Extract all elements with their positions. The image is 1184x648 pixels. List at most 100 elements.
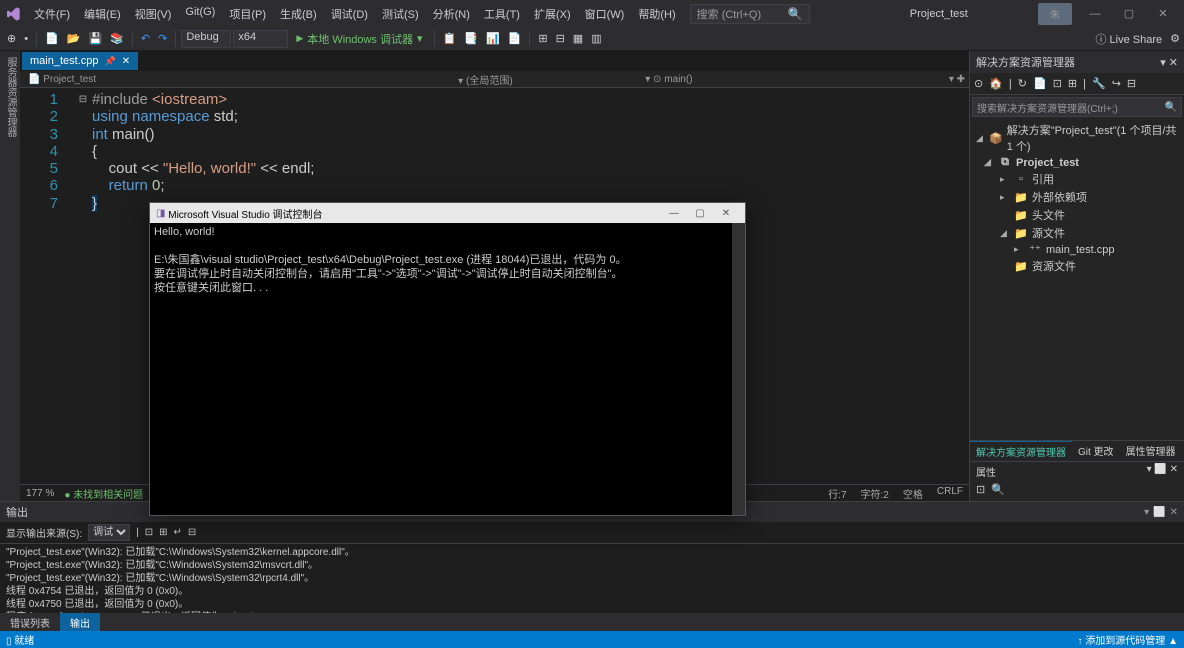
scrollbar-thumb[interactable] [732,223,745,253]
nav-back-button[interactable]: ⊕ [4,30,19,47]
menu-help[interactable]: 帮助(H) [632,4,681,24]
liveshare-button[interactable]: ⓘ Live Share [1095,31,1162,47]
icon[interactable]: ⊡ [1053,77,1062,90]
icon[interactable]: 📄 [1033,77,1047,90]
undo-button[interactable]: ↶ [138,30,153,47]
line-ending[interactable]: CRLF [937,486,963,501]
config-combo[interactable]: Debug [181,30,231,48]
indent-type[interactable]: 空格 [903,486,923,501]
pin-icon[interactable]: ⬜ [1153,507,1165,518]
menu-git[interactable]: Git(G) [179,4,221,24]
menu-edit[interactable]: 编辑(E) [78,4,127,24]
breadcrumb-scope[interactable]: ▾ (全局范围) [458,76,512,87]
issues-status[interactable]: ● 未找到相关问题 [64,486,143,501]
icon[interactable]: ⊞ [1068,77,1077,90]
tab-output[interactable]: 输出 [60,613,100,631]
project-node[interactable]: ◢⧉Project_test [970,155,1184,170]
console-min[interactable]: — [661,208,687,219]
props-sort-icon[interactable]: ⊡ [976,483,985,496]
icon[interactable]: ⊟ [188,527,196,538]
minimize-button[interactable]: — [1078,3,1112,25]
headers-node[interactable]: 📁头文件 [970,206,1184,224]
dropdown-icon[interactable]: ▾ [1144,507,1149,518]
save-button[interactable]: 💾 [85,30,105,47]
menu-test[interactable]: 测试(S) [376,4,425,24]
toolbar-icon[interactable]: 📊 [483,30,503,47]
toolbar-icon[interactable]: ▦ [570,30,586,47]
start-debug-button[interactable]: 本地 Windows 调试器 ▾ [290,31,428,47]
toolbar-icon[interactable]: ⊞ [535,30,550,47]
toolbar-icon[interactable]: ▥ [588,30,604,47]
menu-window[interactable]: 窗口(W) [579,4,631,24]
redo-button[interactable]: ↷ [155,30,170,47]
wrench-icon[interactable]: 🔧 [1092,77,1106,90]
clear-icon[interactable]: ⊡ [145,527,153,538]
search-placeholder: 搜索 (Ctrl+Q) [697,6,761,22]
solution-search[interactable]: 搜索解决方案资源管理器(Ctrl+;)🔍 [972,97,1182,117]
resources-node[interactable]: 📁资源文件 [970,257,1184,275]
icon[interactable]: ⊟ [1127,77,1136,90]
split-editor-icon[interactable]: ▾ ✚ [945,74,969,85]
props-cat-icon[interactable]: 🔍 [991,483,1005,496]
close-tab-icon[interactable]: ✕ [122,56,130,67]
home-icon[interactable]: ⊙ [974,77,983,90]
tab-property-manager[interactable]: 属性管理器 [1120,441,1182,461]
platform-combo[interactable]: x64 [233,30,288,48]
close-icon[interactable]: ✕ [1170,507,1178,518]
menu-project[interactable]: 项目(P) [223,4,272,24]
extdeps-node[interactable]: ▸📁外部依赖项 [970,188,1184,206]
sources-node[interactable]: ◢📁源文件 [970,224,1184,242]
output-source-combo[interactable]: 调试 [88,524,130,541]
server-explorer-tab[interactable]: 服务器资源管理器 [1,53,20,501]
toolbar-icon[interactable]: 📄 [505,30,525,47]
source-control-button[interactable]: ↑ 添加到源代码管理 ▲ [1078,632,1178,647]
breadcrumb-file[interactable]: 📄 Project_test [28,74,96,85]
menu-file[interactable]: 文件(F) [28,4,76,24]
breadcrumb-func[interactable]: ▾ ⊙ main() [645,74,692,85]
toolbar-icon[interactable]: 📑 [461,30,481,47]
refs-node[interactable]: ▸▫引用 [970,170,1184,188]
nav-fwd-button[interactable]: • [21,31,31,47]
zoom-level[interactable]: 177 % [26,488,54,499]
account-icon[interactable]: 朱 [1038,3,1072,25]
source-file-node[interactable]: ▸⁺⁺main_test.cpp [970,242,1184,257]
saveall-button[interactable]: 📚 [107,30,127,47]
new-button[interactable]: 📄 [42,30,62,47]
toolbar-icon[interactable]: 📋 [440,30,460,47]
menu-analyze[interactable]: 分析(N) [427,4,476,24]
output-title: 输出 [6,504,28,520]
open-button[interactable]: 📂 [64,30,84,47]
home2-icon[interactable]: 🏠 [989,77,1003,90]
icon[interactable]: ↪ [1112,77,1121,90]
menu-build[interactable]: 生成(B) [274,4,323,24]
console-close[interactable]: ✕ [713,208,739,219]
global-search[interactable]: 搜索 (Ctrl+Q)🔍 [690,4,810,24]
sync-icon[interactable]: ↻ [1018,77,1027,90]
solution-toolbar: ⊙🏠| ↻📄⊡⊞| 🔧↪⊟ [970,73,1184,95]
file-tab[interactable]: main_test.cpp 📌 ✕ [22,52,138,70]
menu-extensions[interactable]: 扩展(X) [528,4,577,24]
pin-icon[interactable]: 📌 [104,56,115,67]
debug-console-window[interactable]: ◨ Microsoft Visual Studio 调试控制台 —▢✕ Hell… [149,202,746,516]
toolbar-icon[interactable]: ⊟ [553,30,568,47]
tab-solution-explorer[interactable]: 解决方案资源管理器 [970,441,1072,461]
solution-node[interactable]: ◢📦解决方案"Project_test"(1 个项目/共 1 个) [970,121,1184,155]
menu-tools[interactable]: 工具(T) [478,4,526,24]
menu-debug[interactable]: 调试(D) [325,4,374,24]
console-max[interactable]: ▢ [687,208,713,219]
tab-error-list[interactable]: 错误列表 [0,613,60,631]
console-title: Microsoft Visual Studio 调试控制台 [168,206,322,221]
maximize-button[interactable]: ▢ [1112,3,1146,25]
left-sidebar-strip: 服务器资源管理器 工具箱 [0,51,20,501]
project-name: Project_test [880,8,968,20]
console-body[interactable]: Hello, world! E:\朱国鑫\visual studio\Proje… [150,223,745,515]
close-button[interactable]: ✕ [1146,3,1180,25]
toggle-icon[interactable]: ⊞ [159,527,167,538]
wrap-icon[interactable]: ↵ [174,527,182,538]
output-text[interactable]: "Project_test.exe"(Win32): 已加载"C:\Window… [0,544,1184,613]
menu-view[interactable]: 视图(V) [129,4,178,24]
settings-icon[interactable]: ⚙ [1170,32,1180,45]
tab-git-changes[interactable]: Git 更改 [1072,441,1120,461]
toolbox-tab[interactable]: 工具箱 [0,53,1,501]
fold-column[interactable]: ⊟ [76,88,90,484]
